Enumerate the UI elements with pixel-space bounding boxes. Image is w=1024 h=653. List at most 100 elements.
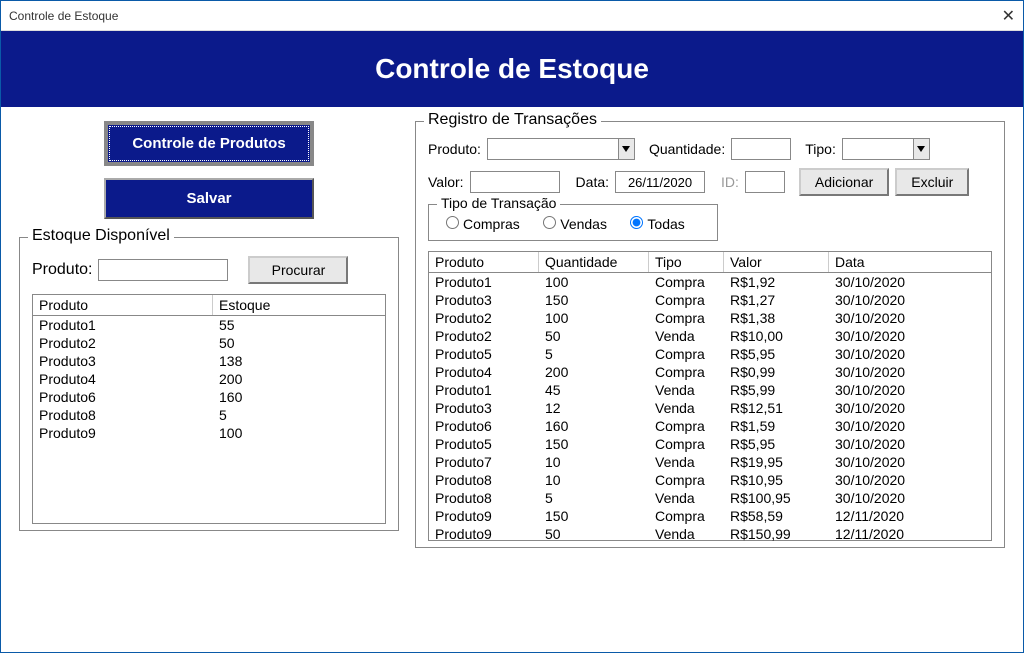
list-item[interactable]: Produto250VendaR$10,0030/10/2020 [429,327,991,345]
trans-col-quantidade[interactable]: Quantidade [539,252,649,272]
cell-tipo: Compra [649,345,724,363]
stock-product-input[interactable] [98,259,228,281]
trans-product-input[interactable] [488,139,618,159]
list-item[interactable]: Produto950VendaR$150,9912/11/2020 [429,525,991,543]
radio-compras[interactable] [446,216,459,229]
cell-data: 30/10/2020 [829,327,991,345]
cell-produto: Produto9 [429,507,539,525]
trans-product-label: Produto: [428,141,481,157]
trans-col-data[interactable]: Data [829,252,991,272]
trans-date-input[interactable] [615,171,705,193]
list-item[interactable]: Produto145VendaR$5,9930/10/2020 [429,381,991,399]
list-item[interactable]: Produto4200CompraR$0,9930/10/2020 [429,363,991,381]
cell-data: 30/10/2020 [829,489,991,507]
cell-valor: R$5,95 [724,345,829,363]
title-bar: Controle de Estoque ✕ [1,1,1023,31]
products-button[interactable]: Controle de Produtos [104,121,314,166]
cell-quantidade: 5 [539,489,649,507]
save-button[interactable]: Salvar [104,178,314,219]
list-item[interactable]: Produto3150CompraR$1,2730/10/2020 [429,291,991,309]
list-item[interactable]: Produto2100CompraR$1,3830/10/2020 [429,309,991,327]
cell-tipo: Compra [649,435,724,453]
stock-group: Estoque Disponível Produto: Procurar Pro… [19,237,399,531]
cell-valor: R$150,99 [724,525,829,543]
list-item[interactable]: Produto9100 [33,424,385,442]
radio-vendas[interactable] [543,216,556,229]
cell-valor: R$10,95 [724,471,829,489]
cell-quantidade: 150 [539,291,649,309]
transactions-list[interactable]: Produto Quantidade Tipo Valor Data Produ… [428,251,992,541]
cell-tipo: Venda [649,453,724,471]
list-item[interactable]: Produto4200 [33,370,385,388]
list-item[interactable]: Produto85 [33,406,385,424]
add-button[interactable]: Adicionar [799,168,889,196]
cell-tipo: Compra [649,291,724,309]
list-item[interactable]: Produto6160CompraR$1,5930/10/2020 [429,417,991,435]
cell-tipo: Compra [649,363,724,381]
cell-produto: Produto8 [429,489,539,507]
cell-quantidade: 10 [539,471,649,489]
cell-produto: Produto2 [33,334,213,352]
list-item[interactable]: Produto710VendaR$19,9530/10/2020 [429,453,991,471]
list-item[interactable]: Produto3138 [33,352,385,370]
stock-list[interactable]: Produto Estoque Produto155Produto250Prod… [32,294,386,524]
trans-type-combo[interactable] [842,138,930,160]
trans-id-input[interactable] [745,171,785,193]
trans-col-valor[interactable]: Valor [724,252,829,272]
list-item[interactable]: Produto55CompraR$5,9530/10/2020 [429,345,991,363]
cell-valor: R$10,00 [724,327,829,345]
transactions-list-header: Produto Quantidade Tipo Valor Data [429,252,991,273]
left-column: Controle de Produtos Salvar Estoque Disp… [19,121,399,548]
trans-col-produto[interactable]: Produto [429,252,539,272]
cell-produto: Produto7 [429,453,539,471]
list-item[interactable]: Produto85VendaR$100,9530/10/2020 [429,489,991,507]
stock-col-estoque[interactable]: Estoque [213,295,385,315]
trans-col-tipo[interactable]: Tipo [649,252,724,272]
cell-tipo: Compra [649,417,724,435]
cell-valor: R$1,27 [724,291,829,309]
trans-value-input[interactable] [470,171,560,193]
list-item[interactable]: Produto155 [33,316,385,334]
list-item[interactable]: Produto6160 [33,388,385,406]
cell-quantidade: 200 [539,363,649,381]
stock-list-header: Produto Estoque [33,295,385,316]
cell-data: 12/11/2020 [829,507,991,525]
trans-type-input[interactable] [843,139,913,159]
delete-button[interactable]: Excluir [895,168,969,196]
trans-quantity-input[interactable] [731,138,791,160]
chevron-down-icon[interactable] [913,139,929,159]
list-item[interactable]: Produto810CompraR$10,9530/10/2020 [429,471,991,489]
cell-quantidade: 50 [539,525,649,543]
cell-tipo: Compra [649,273,724,291]
list-item[interactable]: Produto250 [33,334,385,352]
cell-produto: Produto1 [33,316,213,334]
trans-product-combo[interactable] [487,138,635,160]
filter-vendas[interactable]: Vendas [538,216,607,232]
cell-estoque: 138 [213,352,385,370]
right-column: Registro de Transações Produto: Quantida… [415,121,1005,548]
search-button[interactable]: Procurar [248,256,348,284]
filter-todas[interactable]: Todas [625,216,684,232]
cell-quantidade: 160 [539,417,649,435]
stock-col-produto[interactable]: Produto [33,295,213,315]
transactions-group-title: Registro de Transações [424,111,601,129]
cell-produto: Produto5 [429,345,539,363]
cell-tipo: Compra [649,507,724,525]
cell-estoque: 50 [213,334,385,352]
chevron-down-icon[interactable] [618,139,634,159]
cell-produto: Produto4 [33,370,213,388]
cell-tipo: Compra [649,309,724,327]
cell-valor: R$1,38 [724,309,829,327]
cell-quantidade: 100 [539,273,649,291]
cell-data: 30/10/2020 [829,381,991,399]
list-item[interactable]: Produto1100CompraR$1,9230/10/2020 [429,273,991,291]
cell-produto: Produto8 [429,471,539,489]
transactions-group: Registro de Transações Produto: Quantida… [415,121,1005,548]
radio-todas[interactable] [630,216,643,229]
list-item[interactable]: Produto312VendaR$12,5130/10/2020 [429,399,991,417]
close-icon[interactable]: ✕ [985,6,1015,26]
list-item[interactable]: Produto5150CompraR$5,9530/10/2020 [429,435,991,453]
cell-produto: Produto1 [429,381,539,399]
list-item[interactable]: Produto9150CompraR$58,5912/11/2020 [429,507,991,525]
filter-compras[interactable]: Compras [441,216,520,232]
